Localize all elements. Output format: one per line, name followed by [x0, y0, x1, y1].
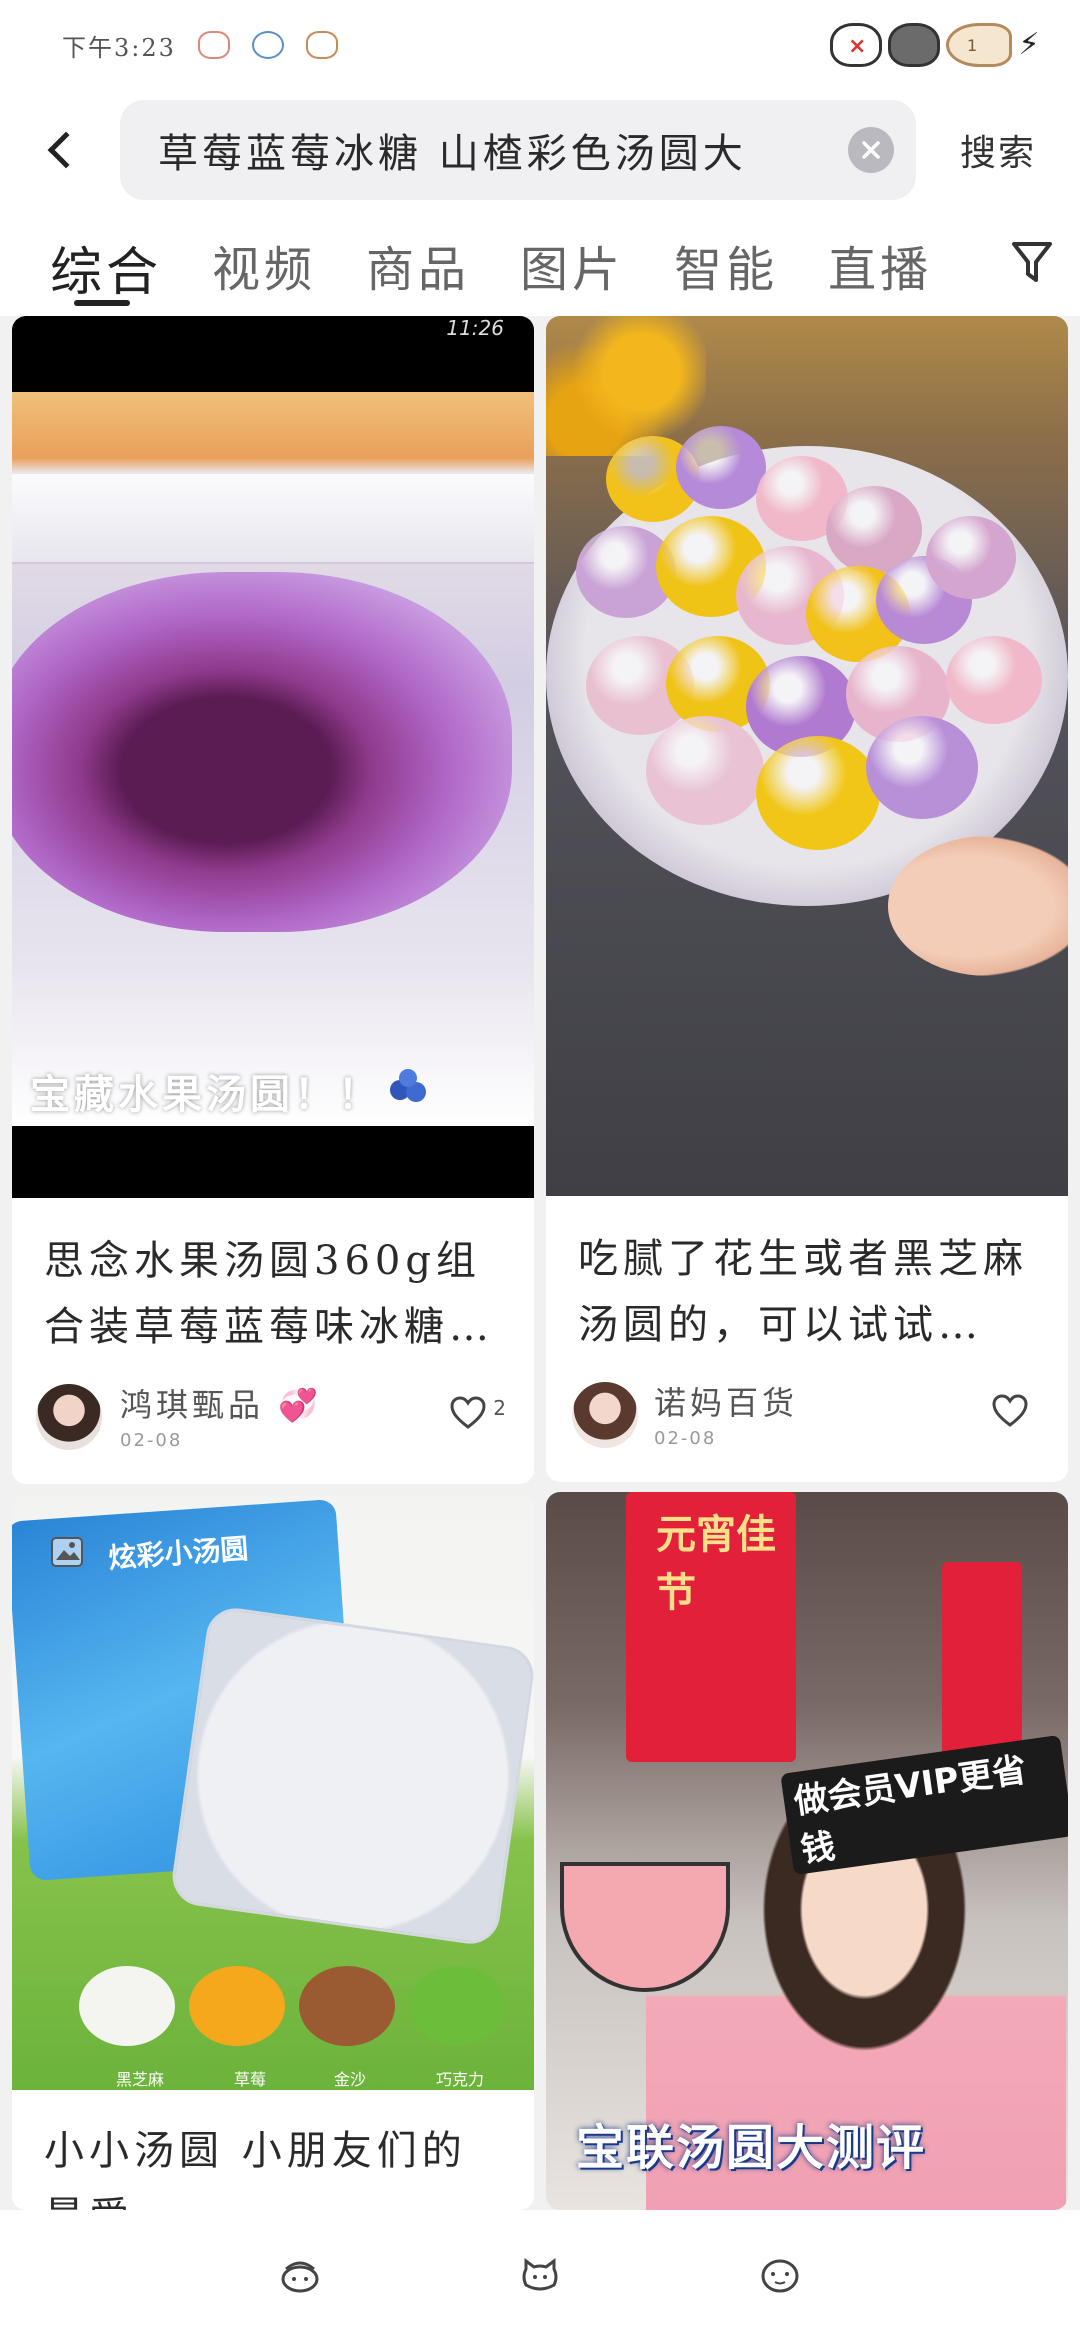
search-query[interactable]: 草莓蓝莓冰糖 山楂彩色汤圆大: [158, 121, 830, 179]
thumbnail-caption: 宝联汤圆大测评: [576, 2120, 927, 2176]
flavor-label: 草莓: [234, 2070, 267, 2089]
notification-bird-icon: [251, 31, 284, 59]
battery-fish-icon: 1: [946, 23, 1012, 67]
notification-paw-icon: [305, 31, 338, 59]
post-date: 02-08: [654, 1428, 717, 1449]
status-bar: 下午3:23 × 1 ⚡: [0, 0, 1080, 90]
tangyuan-ball-shape: [926, 516, 1016, 599]
cat-face-icon: [522, 2258, 558, 2291]
search-submit-button[interactable]: 搜索: [916, 124, 1080, 176]
battery-level: 1: [967, 36, 978, 55]
banner-text: 元宵佳节: [656, 1511, 776, 1616]
notification-cat-icon: [197, 31, 230, 59]
bottom-nav: [0, 2210, 1080, 2340]
flavor-label: 金沙: [334, 2070, 367, 2089]
tab-smart[interactable]: 智能: [674, 210, 778, 316]
tangyuan-ball-shape: [866, 716, 978, 819]
flavor-label: 黑芝麻: [116, 2070, 165, 2089]
thumbnail-caption: 宝藏水果汤圆！！: [30, 1072, 382, 1118]
chopsticks-shape: [12, 474, 534, 564]
purple-dumpling-shape: [12, 572, 512, 932]
feed-grid[interactable]: 11:26 宝藏水果汤圆！！ 思念水果汤圆360g组合装草莓蓝莓味冰糖… 鸿琪甄…: [0, 316, 1080, 2210]
feed-card[interactable]: 11:26 宝藏水果汤圆！！ 思念水果汤圆360g组合装草莓蓝莓味冰糖… 鸿琪甄…: [12, 316, 534, 1484]
round-face-icon: [761, 2259, 799, 2293]
card-title[interactable]: 吃腻了花生或者黑芝麻汤圆的，可以试试…: [546, 1196, 1068, 1372]
nav-home[interactable]: [270, 2245, 330, 2305]
video-thumbnail[interactable]: 11:26 宝藏水果汤圆！！: [12, 316, 534, 1198]
post-thumbnail[interactable]: 炫彩小汤圆 黑芝麻 草莓 金沙 巧克力: [12, 1496, 534, 2090]
sparkle-heart-icon: 💞: [278, 1386, 323, 1424]
tab-live[interactable]: 直播: [828, 210, 932, 316]
hand-shape: [888, 836, 1068, 976]
tray-shape: [168, 1604, 534, 1948]
charging-bolt-icon: ⚡: [1018, 27, 1040, 62]
author-name-text: 鸿琪甄品: [120, 1386, 265, 1424]
tangyuan-ball-shape: [946, 636, 1042, 724]
tangyuan-ball-shape: [646, 716, 764, 825]
card-title[interactable]: 思念水果汤圆360g组合装草莓蓝莓味冰糖…: [12, 1198, 534, 1374]
tangyuan-ball-shape: [676, 426, 766, 509]
flavor-label: 巧克力: [436, 2070, 485, 2089]
product-package-label: 炫彩小汤圆: [107, 1532, 250, 1575]
video-timer: 11:26: [446, 316, 504, 340]
card-meta: 鸿琪甄品 💞 02-08 2: [12, 1374, 534, 1470]
feed-card[interactable]: 元宵佳节 做会员VIP更省钱 宝联汤圆大测评: [546, 1492, 1068, 2210]
like-count: 2: [493, 1396, 506, 1420]
screen: 下午3:23 × 1 ⚡ 草莓蓝莓冰糖 山楂彩色汤圆大 搜索 综合 视频 商品 …: [0, 0, 1080, 2340]
tab-products[interactable]: 商品: [366, 210, 470, 316]
flavor-balls-shape: [79, 1966, 505, 2046]
blueberry-icon: [390, 1069, 426, 1102]
tab-video[interactable]: 视频: [212, 210, 316, 316]
status-left: 下午3:23: [62, 28, 338, 63]
avatar[interactable]: [572, 1382, 638, 1448]
card-title[interactable]: 小小汤圆 小朋友们的最爱: [12, 2090, 534, 2210]
status-time: 下午3:23: [62, 33, 176, 62]
image-gallery-icon: [51, 1537, 83, 1567]
chevron-left-icon: [47, 131, 85, 169]
close-icon: [862, 141, 880, 159]
avatar[interactable]: [36, 1384, 102, 1450]
tangyuan-ball-shape: [756, 736, 880, 850]
tab-images[interactable]: 图片: [520, 210, 624, 316]
author-name[interactable]: 诺妈百货: [654, 1378, 798, 1424]
status-right: × 1 ⚡: [830, 23, 1040, 67]
cat-sticker-dark-icon: [888, 23, 940, 67]
back-button[interactable]: [0, 100, 120, 200]
feed-card[interactable]: 吃腻了花生或者黑芝麻汤圆的，可以试试… 诺妈百货 02-08: [546, 316, 1068, 1482]
nav-profile[interactable]: [750, 2245, 810, 2305]
thumbnail-image: [12, 392, 534, 1126]
search-input[interactable]: 草莓蓝莓冰糖 山楂彩色汤圆大: [120, 100, 916, 200]
festival-banner: 元宵佳节: [626, 1492, 796, 1762]
author-name[interactable]: 鸿琪甄品 💞: [120, 1380, 322, 1426]
nav-center[interactable]: [510, 2245, 570, 2305]
heart-icon[interactable]: [450, 1396, 486, 1430]
post-date: 02-08: [120, 1430, 183, 1451]
filter-button[interactable]: [1010, 238, 1054, 288]
post-thumbnail[interactable]: [546, 316, 1068, 1196]
heart-icon[interactable]: [992, 1394, 1028, 1428]
clear-search-button[interactable]: [848, 127, 894, 173]
post-thumbnail[interactable]: 元宵佳节 做会员VIP更省钱 宝联汤圆大测评: [546, 1492, 1068, 2210]
feed-card[interactable]: 炫彩小汤圆 黑芝麻 草莓 金沙 巧克力 小小汤圆 小朋友们的: [12, 1496, 534, 2210]
doodle-face-icon: [281, 2261, 319, 2293]
filter-icon: [1012, 242, 1052, 282]
search-header: 草莓蓝莓冰糖 山楂彩色汤圆大 搜索: [0, 90, 1080, 210]
tab-bar: 综合 视频 商品 图片 智能 直播: [0, 210, 1080, 316]
tab-all[interactable]: 综合: [50, 210, 162, 316]
card-meta: 诺妈百货 02-08: [546, 1372, 1068, 1468]
sunflower-shape: [546, 316, 706, 456]
cat-sticker-icon: ×: [830, 23, 882, 67]
vip-sticker: 做会员VIP更省钱: [780, 1734, 1068, 1876]
